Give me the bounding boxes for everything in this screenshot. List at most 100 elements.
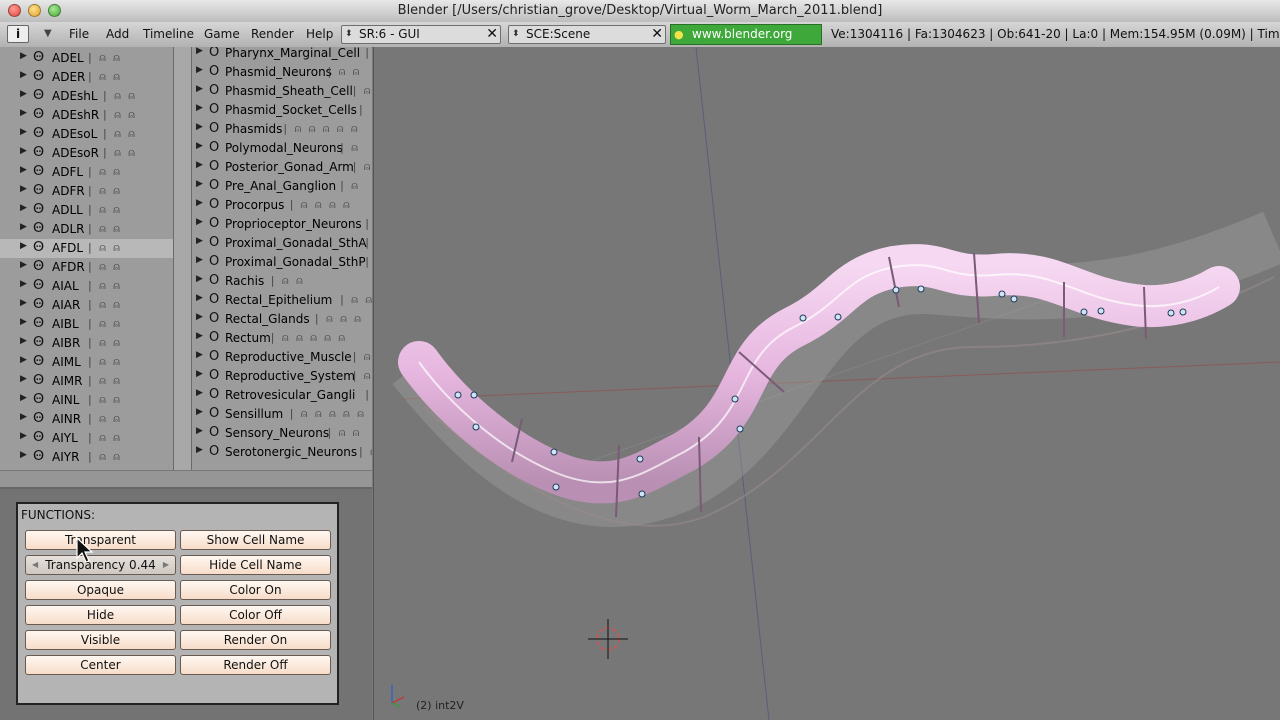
outliner-restrict-icons[interactable]: | <box>365 236 371 249</box>
outliner-restrict-icons[interactable]: | ⍝ ⍝ ⍝ ⍝ <box>290 198 352 212</box>
outliner-restrict-icons[interactable]: | <box>365 47 371 59</box>
outliner-restrict-icons[interactable]: | ⍝ ⍝ ⍝ ⍝ ⍝ <box>271 331 347 345</box>
outliner-left[interactable]: ▶ Ꙫ ADEL | ⍝ ⍝ ▶ Ꙫ ADER | ⍝ ⍝ ▶ Ꙫ ADEshL | ⍝ ⍝ ▶ Ꙫ ADE… <box>0 47 173 487</box>
outliner-row[interactable]: ▶ O Polymodal_Neurons | ⍝ <box>192 139 372 158</box>
expand-triangle-icon[interactable]: ▶ <box>20 51 27 61</box>
outliner-row[interactable]: ▶ Ꙫ ADEshR | ⍝ ⍝ <box>0 106 173 125</box>
outliner-restrict-icons[interactable]: | ⍝ ⍝ <box>88 184 122 198</box>
outliner-row[interactable]: ▶ Ꙫ ADEL | ⍝ ⍝ <box>0 49 173 68</box>
outliner-restrict-icons[interactable]: | ⍝ ⍝ <box>88 279 122 293</box>
expand-triangle-icon[interactable]: ▶ <box>196 388 203 398</box>
outliner-restrict-icons[interactable]: | ⍝ <box>365 388 372 402</box>
outliner-row[interactable]: ▶ O Procorpus | ⍝ ⍝ ⍝ ⍝ <box>192 196 372 215</box>
opaque-button[interactable]: Opaque <box>25 580 176 600</box>
outliner-row[interactable]: ▶ Ꙫ ADLL | ⍝ ⍝ <box>0 201 173 220</box>
expand-triangle-icon[interactable]: ▶ <box>196 350 203 360</box>
outliner-row[interactable]: ▶ O Phasmid_Sheath_Cell | ⍝ <box>192 82 372 101</box>
outliner-restrict-icons[interactable]: | <box>365 255 371 268</box>
outliner-item-name[interactable]: ADEL <box>52 51 84 65</box>
outliner-item-name[interactable]: Phasmid_Neurons <box>225 65 332 79</box>
screen-selector[interactable]: ⬍ SR:6 - GUI ✕ <box>341 25 501 44</box>
expand-triangle-icon[interactable]: ▶ <box>20 127 27 137</box>
updown-arrow-icon[interactable]: ⬍ <box>345 26 353 43</box>
expand-triangle-icon[interactable]: ▶ <box>196 255 203 265</box>
outliner-row[interactable]: ▶ O Sensillum | ⍝ ⍝ ⍝ ⍝ ⍝ <box>192 405 372 424</box>
expand-triangle-icon[interactable]: ▶ <box>20 412 27 422</box>
outliner-item-name[interactable]: AIMR <box>52 374 82 388</box>
expand-triangle-icon[interactable]: ▶ <box>196 141 203 151</box>
outliner-restrict-icons[interactable]: | ⍝ ⍝ <box>328 426 362 440</box>
outliner-row[interactable]: ▶ O Pharynx_Marginal_Cell | <box>192 47 372 63</box>
outliner-item-name[interactable]: ADLR <box>52 222 84 236</box>
expand-triangle-icon[interactable]: ▶ <box>20 393 27 403</box>
expand-triangle-icon[interactable]: ▶ <box>196 426 203 436</box>
outliner-row[interactable]: ▶ Ꙫ ADFR | ⍝ ⍝ <box>0 182 173 201</box>
outliner-row[interactable]: ▶ Ꙫ AIMR | ⍝ ⍝ <box>0 372 173 391</box>
outliner-restrict-icons[interactable]: | ⍝ <box>353 160 372 174</box>
transparent-button[interactable]: Transparent <box>25 530 176 550</box>
outliner-item-name[interactable]: ADER <box>52 70 85 84</box>
outliner-restrict-icons[interactable]: | ⍝ ⍝ <box>88 241 122 255</box>
outliner-row[interactable]: ▶ O Proximal_Gonadal_SthP | <box>192 253 372 272</box>
menu-render[interactable]: Render <box>251 27 294 41</box>
outliner-item-name[interactable]: AFDR <box>52 260 85 274</box>
expand-triangle-icon[interactable]: ▶ <box>196 236 203 246</box>
outliner-item-name[interactable]: AIML <box>52 355 81 369</box>
outliner-row[interactable]: ▶ O Pre_Anal_Ganglion | ⍝ <box>192 177 372 196</box>
outliner-restrict-icons[interactable]: | ⍝ ⍝ <box>88 70 122 84</box>
outliner-restrict-icons[interactable]: | ⍝ ⍝ <box>88 222 122 236</box>
outliner-item-name[interactable]: ADFR <box>52 184 85 198</box>
outliner-item-name[interactable]: Rectal_Glands <box>225 312 310 326</box>
outliner-restrict-icons[interactable]: | ⍝ <box>359 445 372 459</box>
menu-game[interactable]: Game <box>204 27 240 41</box>
outliner-restrict-icons[interactable]: | ⍝ ⍝ <box>340 293 372 307</box>
outliner-restrict-icons[interactable]: | ⍝ ⍝ <box>88 450 122 464</box>
outliner-row[interactable]: ▶ O Rectal_Glands | ⍝ ⍝ ⍝ <box>192 310 372 329</box>
outliner-row[interactable]: ▶ Ꙫ AINR | ⍝ ⍝ <box>0 410 173 429</box>
expand-triangle-icon[interactable]: ▶ <box>20 298 27 308</box>
3d-viewport[interactable]: (2) int2V <box>373 47 1280 720</box>
outliner-row[interactable]: ▶ Ꙫ AINL | ⍝ ⍝ <box>0 391 173 410</box>
render-on-button[interactable]: Render On <box>180 630 331 650</box>
outliner-row[interactable]: ▶ Ꙫ AIYR | ⍝ ⍝ <box>0 448 173 467</box>
decrement-arrow-icon[interactable]: ◀ <box>32 556 38 574</box>
outliner-item-name[interactable]: Proximal_Gonadal_SthP <box>225 255 366 269</box>
outliner-item-name[interactable]: Polymodal_Neurons <box>225 141 343 155</box>
expand-triangle-icon[interactable]: ▶ <box>20 89 27 99</box>
outliner-item-name[interactable]: Procorpus <box>225 198 284 212</box>
outliner-row[interactable]: ▶ Ꙫ ADEsoR | ⍝ ⍝ <box>0 144 173 163</box>
expand-triangle-icon[interactable]: ▶ <box>196 274 203 284</box>
outliner-item-name[interactable]: Phasmid_Socket_Cells <box>225 103 357 117</box>
outliner-item-name[interactable]: ADEshL <box>52 89 98 103</box>
outliner-row[interactable]: ▶ O Reproductive_Muscle | ⍝ <box>192 348 372 367</box>
outliner-row[interactable]: ▶ O Proximal_Gonadal_SthA | <box>192 234 372 253</box>
menu-help[interactable]: Help <box>306 27 333 41</box>
expand-triangle-icon[interactable]: ▶ <box>20 260 27 270</box>
outliner-restrict-icons[interactable]: | ⍝ ⍝ ⍝ ⍝ ⍝ <box>283 122 359 136</box>
outliner-item-name[interactable]: Rachis <box>225 274 264 288</box>
outliner-item-name[interactable]: Reproductive_System <box>225 369 355 383</box>
expand-triangle-icon[interactable]: ▶ <box>196 103 203 113</box>
outliner-item-name[interactable]: Rectal_Epithelium <box>225 293 332 307</box>
show-cell-name-button[interactable]: Show Cell Name <box>180 530 331 550</box>
screen-name[interactable]: SR:6 - GUI <box>359 26 420 43</box>
outliner-item-name[interactable]: AIAR <box>52 298 80 312</box>
outliner-restrict-icons[interactable]: | ⍝ ⍝ ⍝ ⍝ ⍝ <box>290 407 366 421</box>
outliner-item-name[interactable]: ADFL <box>52 165 83 179</box>
outliner-item-name[interactable]: Phasmid_Sheath_Cell <box>225 84 353 98</box>
outliner-item-name[interactable]: AINR <box>52 412 81 426</box>
outliner-restrict-icons[interactable]: | ⍝ ⍝ <box>88 298 122 312</box>
outliner-row[interactable]: ▶ Ꙫ AIBR | ⍝ ⍝ <box>0 334 173 353</box>
outliner-restrict-icons[interactable]: | ⍝ ⍝ <box>88 317 122 331</box>
outliner-restrict-icons[interactable]: | ⍝ ⍝ <box>103 108 137 122</box>
expand-triangle-icon[interactable]: ▶ <box>196 65 203 75</box>
expand-triangle-icon[interactable]: ▶ <box>196 122 203 132</box>
outliner-item-name[interactable]: Phasmids <box>225 122 282 136</box>
outliner-item-name[interactable]: ADEsoL <box>52 127 97 141</box>
outliner-item-name[interactable]: Sensillum <box>225 407 283 421</box>
outliner-row[interactable]: ▶ O Proprioceptor_Neurons | <box>192 215 372 234</box>
outliner-item-name[interactable]: Retrovesicular_Gangli <box>225 388 355 402</box>
expand-triangle-icon[interactable]: ▶ <box>196 407 203 417</box>
expand-triangle-icon[interactable]: ▶ <box>196 160 203 170</box>
outliner-row[interactable]: ▶ Ꙫ AIBL | ⍝ ⍝ <box>0 315 173 334</box>
